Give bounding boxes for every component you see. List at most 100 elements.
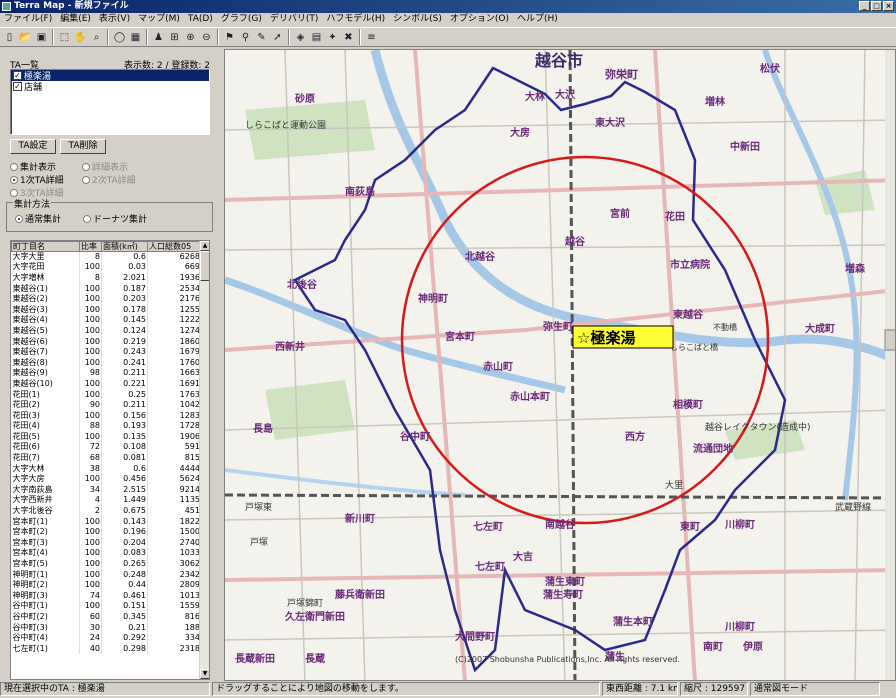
app-icon — [2, 2, 11, 11]
select-icon[interactable]: ⬚ — [57, 30, 72, 45]
table-row[interactable]: 谷中町(3) 30 0.21 188 — [11, 622, 202, 633]
checkbox[interactable]: ✓ — [13, 82, 22, 91]
table-row[interactable]: 大字増林 8 2.021 1936 — [11, 272, 202, 284]
table-row[interactable]: 東越谷(1) 100 0.187 2534 — [11, 283, 202, 294]
table-row[interactable]: 東越谷(5) 100 0.124 1274 — [11, 325, 202, 337]
table-row[interactable]: 東越谷(3) 100 0.178 1255 — [11, 304, 202, 316]
table-row[interactable]: 谷中町(4) 24 0.292 334 — [11, 632, 202, 644]
pen-icon[interactable]: ✎ — [254, 30, 269, 45]
menu-item[interactable]: ファイル(F) — [0, 13, 56, 26]
table-row[interactable]: 花田(7) 68 0.081 815 — [11, 452, 202, 464]
table-row[interactable]: 神明町(3) 74 0.461 1013 — [11, 590, 202, 602]
table-header[interactable]: 人口総数05 — [147, 241, 202, 252]
table-row[interactable]: 大字大林 38 0.6 4444 — [11, 463, 202, 474]
table-row[interactable]: 花田(2) 90 0.211 1042 — [11, 399, 202, 411]
menu-item[interactable]: デリバリ(T) — [266, 13, 323, 26]
table-row[interactable]: 東越谷(8) 100 0.241 1760 — [11, 357, 202, 369]
menu-item[interactable]: ハフモデル(H) — [322, 13, 389, 26]
table-row[interactable]: 東越谷(10) 100 0.221 1691 — [11, 378, 202, 390]
table-cell: 100 — [79, 389, 102, 400]
table-cell: 6268 — [147, 251, 202, 263]
table-row[interactable]: 宮本町(1) 100 0.143 1822 — [11, 516, 202, 527]
table-row[interactable]: 花田(1) 100 0.25 1763 — [11, 389, 202, 400]
ta-item[interactable]: ✓ 店舗 — [11, 81, 209, 93]
table-row[interactable]: 花田(3) 100 0.156 1283 — [11, 410, 202, 421]
table-header[interactable]: 比率 — [79, 241, 102, 252]
table-row[interactable]: 花田(5) 100 0.135 1906 — [11, 431, 202, 443]
ta-settings-button[interactable]: TA設定 — [10, 139, 56, 154]
table-row[interactable]: 花田(4) 88 0.193 1728 — [11, 421, 202, 432]
maximize-button[interactable]: □ — [871, 1, 882, 11]
table-row[interactable]: 神明町(1) 100 0.248 2342 — [11, 569, 202, 580]
scroll-down-icon[interactable]: ▼ — [200, 669, 209, 679]
list-icon[interactable]: ≡ — [364, 30, 379, 45]
table-row[interactable]: 宮本町(5) 100 0.265 3062 — [11, 558, 202, 570]
open-icon[interactable]: 📂 — [18, 30, 33, 45]
table-header[interactable]: 町丁目名 — [11, 241, 80, 252]
menu-item[interactable]: 表示(V) — [95, 13, 134, 26]
table-row[interactable]: 神明町(2) 100 0.44 2809 — [11, 579, 202, 591]
menu-item[interactable]: ヘルプ(H) — [513, 13, 562, 26]
table-row[interactable]: 大字北後谷 2 0.675 451 — [11, 505, 202, 517]
grid-icon[interactable]: ▦ — [128, 30, 143, 45]
symbol-icon[interactable]: ✦ — [325, 30, 340, 45]
table-row[interactable]: 谷中町(2) 60 0.345 816 — [11, 611, 202, 623]
map-place-label: 相模町 — [673, 398, 703, 411]
scroll-up-icon[interactable]: ▲ — [200, 241, 209, 251]
menu-item[interactable]: TA(D) — [184, 13, 217, 26]
table-scrollbar[interactable]: ▲ ▼ — [199, 241, 209, 679]
radio-1st[interactable]: 1次TA詳細 — [10, 173, 64, 186]
table-row[interactable]: 大字南荻島 34 2.515 9214 — [11, 484, 202, 496]
table-row[interactable]: 大字西新井 4 1.449 1135 — [11, 495, 202, 506]
table-row[interactable]: 大字大里 8 0.6 6268 — [11, 251, 202, 263]
table-row[interactable]: 東越谷(2) 100 0.203 2176 — [11, 293, 202, 305]
close-button[interactable]: × — [883, 1, 894, 11]
ta-list[interactable]: ✓ 極楽湯 ✓ 店舗 — [10, 69, 210, 135]
table-row[interactable]: 東越谷(7) 100 0.243 1679 — [11, 346, 202, 358]
chart-icon[interactable]: ✖ — [341, 30, 356, 45]
minimize-button[interactable]: _ — [859, 1, 870, 11]
new-file-icon[interactable]: ▯ — [2, 30, 17, 45]
table-row[interactable]: 大字花田 100 0.03 669 — [11, 262, 202, 273]
save-icon[interactable]: ▣ — [34, 30, 49, 45]
table-icon[interactable]: ▤ — [309, 30, 324, 45]
table-row[interactable]: 宮本町(4) 100 0.083 1033 — [11, 548, 202, 559]
menu-item[interactable]: 編集(E) — [56, 13, 95, 26]
table-row[interactable]: 東越谷(9) 98 0.211 1663 — [11, 368, 202, 379]
menu-item[interactable]: シンボル(S) — [389, 13, 446, 26]
circle-icon[interactable]: ◯ — [112, 30, 127, 45]
radio-donut[interactable]: ドーナツ集計 — [83, 212, 147, 225]
ta-delete-button[interactable]: TA削除 — [60, 139, 106, 154]
menu-item[interactable]: オプション(O) — [446, 13, 513, 26]
table-row[interactable]: 宮本町(3) 100 0.204 2740 — [11, 537, 202, 549]
area-table[interactable]: 町丁目名 比率 面積(k㎡) 人口総数05 大字大里 8 0.6 6268 大字花田 100 0.… — [10, 240, 210, 680]
table-row[interactable]: 東越谷(4) 100 0.145 1222 — [11, 315, 202, 326]
radio-normal[interactable]: 通常集計 — [15, 212, 61, 225]
layer-icon[interactable]: ◈ — [293, 30, 308, 45]
table-row[interactable]: 東越谷(6) 100 0.219 1860 — [11, 336, 202, 347]
map-view[interactable]: 越谷市 弥栄町 大林 大沢 東大沢 増林 松伏 砂原 大房 中新田 南荻島 宮前 花田 北越谷 越谷 北後谷神… — [224, 49, 896, 681]
people-icon[interactable]: ♟ — [151, 30, 166, 45]
table-row[interactable]: 谷中町(1) 100 0.151 1559 — [11, 601, 202, 612]
table-row[interactable]: 花田(6) 72 0.108 591 — [11, 442, 202, 453]
map-place-label: 蒲生本町 — [613, 615, 653, 628]
table-cell: 100 — [79, 336, 102, 347]
arrow-icon[interactable]: ➚ — [270, 30, 285, 45]
scroll-thumb[interactable] — [200, 251, 209, 281]
zoom-icon[interactable]: ⌕ — [89, 30, 104, 45]
ruler-icon[interactable]: ⊞ — [167, 30, 182, 45]
zoom-in-icon[interactable]: ⊕ — [183, 30, 198, 45]
pan-icon[interactable]: ✋ — [73, 30, 88, 45]
zoom-out-icon[interactable]: ⊖ — [199, 30, 214, 45]
table-row[interactable]: 宮本町(2) 100 0.196 1500 — [11, 526, 202, 538]
table-row[interactable]: 七左町(1) 40 0.298 2318 — [11, 643, 202, 655]
menu-item[interactable]: マップ(M) — [134, 13, 184, 26]
table-row[interactable]: 大字大房 100 0.456 5624 — [11, 473, 202, 485]
pin-icon[interactable]: ⚲ — [238, 30, 253, 45]
checkbox[interactable]: ✓ — [13, 71, 22, 80]
map-canvas[interactable]: 越谷市弥栄町大林 大沢東大沢 増林 松伏砂原大房中新田南荻島宮前 花田北越谷 越谷北後谷神… — [225, 50, 896, 681]
table-header[interactable]: 面積(k㎡) — [101, 241, 148, 252]
flag-icon[interactable]: ⚑ — [222, 30, 237, 45]
radio-summary[interactable]: 集計表示 — [10, 160, 56, 173]
menu-item[interactable]: グラフ(G) — [217, 13, 266, 26]
